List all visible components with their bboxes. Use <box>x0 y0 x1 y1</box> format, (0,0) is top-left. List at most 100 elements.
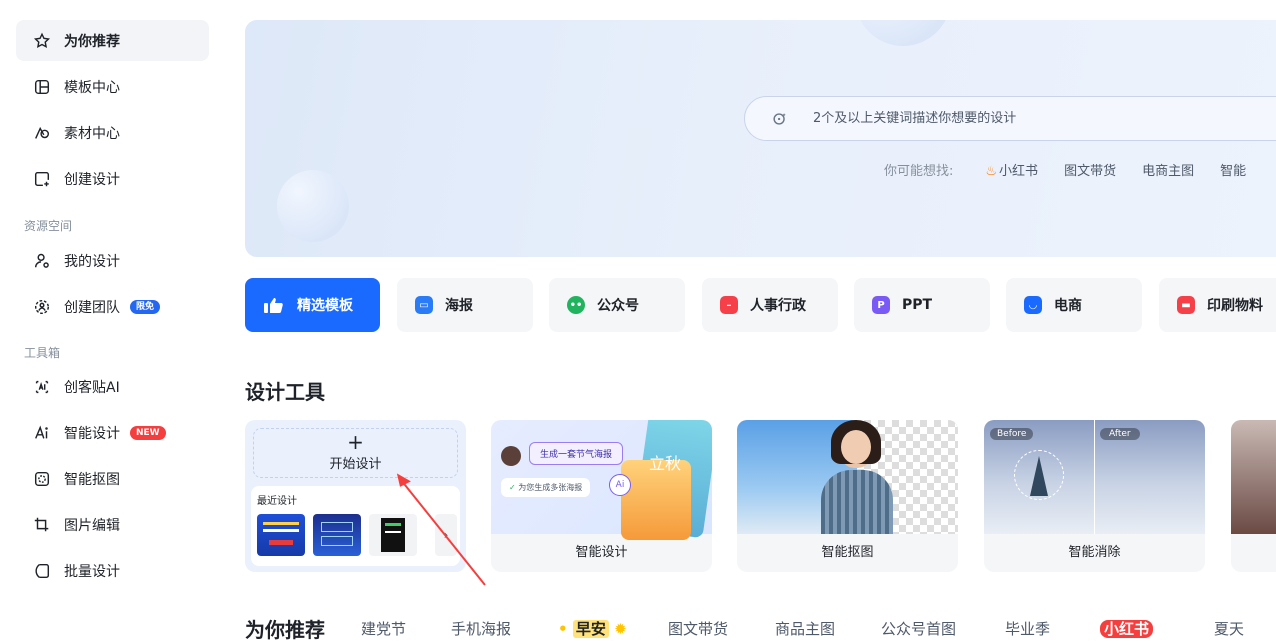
sidebar-item-ai-design[interactable]: 智能设计 NEW <box>16 412 209 453</box>
start-design-button[interactable]: + 开始设计 <box>253 428 458 478</box>
user-icon <box>32 251 52 271</box>
sun-icon: ✹ <box>614 620 627 638</box>
print-icon: ▬ <box>1177 296 1195 314</box>
resource-section-label: 资源空间 <box>24 219 73 233</box>
start-design-card: + 开始设计 最近设计 › <box>245 420 466 572</box>
recommend-tab[interactable]: 毕业季 <box>1005 618 1050 639</box>
category-label: PPT <box>902 297 933 313</box>
sidebar-item-label: 智能设计 <box>64 425 120 442</box>
sidebar: 为你推荐 模板中心 素材中心 创建设计 资源空间 我的设计 我的设计 创建团队 … <box>0 0 225 643</box>
cutout-preview <box>737 420 958 534</box>
category-tab-print[interactable]: ▬ 印刷物料 <box>1159 278 1276 332</box>
recommend-tab[interactable]: 公众号首图 <box>881 618 956 639</box>
sidebar-item-label: 批量设计 <box>64 563 120 580</box>
plus-icon: + <box>347 430 364 454</box>
hint-link-dianshang[interactable]: 电商主图 <box>1142 160 1194 179</box>
sidebar-item-batch[interactable]: 批量设计 <box>16 550 209 591</box>
category-label: 海报 <box>445 298 473 314</box>
shopping-bag-icon: ◡ <box>1024 296 1042 314</box>
toolbox-section-label: 工具箱 <box>24 346 61 360</box>
hint-link-tuwen[interactable]: 图文带货 <box>1064 160 1116 179</box>
ai-design-preview: 立秋 生成一套节气海报 ✓ 为您生成多张海报 Ai <box>491 420 712 540</box>
category-label: 公众号 <box>597 298 639 314</box>
category-label: 人事行政 <box>750 298 806 314</box>
category-tab-wechat[interactable]: •• 公众号 <box>549 278 685 332</box>
template-icon <box>32 77 52 97</box>
category-tab-ppt[interactable]: P PPT <box>854 278 990 332</box>
sidebar-item-recommend[interactable]: 为你推荐 <box>16 20 209 61</box>
thumbs-up-icon <box>263 296 285 314</box>
after-label: After <box>1100 428 1140 440</box>
wechat-icon: •• <box>567 296 585 314</box>
ppt-icon: P <box>872 296 890 314</box>
sidebar-item-templates[interactable]: 模板中心 <box>16 66 209 107</box>
poster-title: 立秋 <box>649 454 682 473</box>
sidebar-item-label: 模板中心 <box>64 79 120 96</box>
chevron-right-icon[interactable]: › <box>435 514 457 556</box>
ai-badge-icon: Ai <box>609 474 631 496</box>
search-input[interactable] <box>813 111 1233 126</box>
sidebar-item-my-designs[interactable]: 我的设计 <box>16 240 209 281</box>
before-label: Before <box>990 428 1034 440</box>
recent-designs-label: 最近设计 <box>257 496 297 507</box>
recommend-tab[interactable]: 夏天 <box>1214 618 1244 639</box>
recommend-tab[interactable]: 建党节 <box>361 618 406 639</box>
decorative-bubble <box>277 170 349 242</box>
sidebar-item-ai[interactable]: 创客贴AI <box>16 366 209 407</box>
ai-design-icon <box>32 423 52 443</box>
design-tools-title: 设计工具 <box>245 380 325 404</box>
category-tab-featured[interactable]: 精选模板 <box>245 278 380 332</box>
chat-bubble: 生成一套节气海报 <box>529 442 624 465</box>
chat-bubble: ✓ 为您生成多张海报 <box>501 478 591 497</box>
sidebar-item-create[interactable]: 创建设计 <box>16 158 209 199</box>
sidebar-item-create-team[interactable]: 我的设计 创建团队 限免 <box>16 286 209 327</box>
hint-link-zhineng[interactable]: 智能 <box>1220 160 1246 179</box>
tool-card-cutout[interactable]: 智能抠图 <box>737 420 958 572</box>
recommend-tab[interactable]: • 早安 ✹ <box>558 618 627 639</box>
star-icon <box>32 31 52 51</box>
recent-design-thumb[interactable] <box>313 514 361 556</box>
create-icon <box>32 169 52 189</box>
category-tab-hr[interactable]: – 人事行政 <box>702 278 838 332</box>
category-tab-poster[interactable]: ▭ 海报 <box>397 278 533 332</box>
team-icon <box>32 297 52 317</box>
sidebar-item-materials[interactable]: 素材中心 <box>16 112 209 153</box>
ai-search-icon <box>773 112 786 125</box>
hint-label: 你可能想找: <box>884 164 954 179</box>
sidebar-item-image-edit[interactable]: 图片编辑 <box>16 504 209 545</box>
tool-card-label: 智能消除 <box>1068 545 1121 560</box>
recommend-tab[interactable]: 小红书 <box>1100 618 1154 639</box>
partial-preview <box>1231 420 1276 534</box>
batch-icon <box>32 561 52 581</box>
avatar <box>501 446 521 466</box>
decorative-bubble <box>855 20 951 46</box>
hr-icon: – <box>720 296 738 314</box>
recommend-tab[interactable]: 商品主图 <box>775 618 835 639</box>
sidebar-item-cutout[interactable]: 智能抠图 <box>16 458 209 499</box>
ai-icon <box>32 377 52 397</box>
recommend-tab[interactable]: 图文带货 <box>668 618 728 639</box>
sidebar-item-label: 我的设计 <box>64 253 120 270</box>
free-badge: 限免 <box>130 299 161 314</box>
sidebar-item-label: 创客贴AI <box>64 379 120 396</box>
tool-card-partial[interactable] <box>1231 420 1276 572</box>
sidebar-item-label: 图片编辑 <box>64 517 120 534</box>
tool-card-label: 智能抠图 <box>821 545 874 560</box>
category-tab-ecommerce[interactable]: ◡ 电商 <box>1006 278 1142 332</box>
shapes-icon <box>32 123 52 143</box>
search-bar[interactable] <box>744 96 1276 141</box>
recent-design-thumb[interactable] <box>257 514 305 556</box>
crop-icon <box>32 515 52 535</box>
sidebar-item-label: 创建设计 <box>64 171 120 188</box>
tool-card-ai-design[interactable]: 立秋 生成一套节气海报 ✓ 为您生成多张海报 Ai 智能设计 <box>491 420 712 572</box>
tool-card-erase[interactable]: Before After 智能消除 <box>984 420 1205 572</box>
chat-bubble-text: 为您生成多张海报 <box>518 483 583 492</box>
recent-design-thumb[interactable] <box>369 514 417 556</box>
recent-designs: 最近设计 › <box>251 486 460 566</box>
search-hints: 你可能想找: 小红书 图文带货 电商主图 智能 <box>884 160 1272 179</box>
erase-preview: Before After <box>984 420 1205 534</box>
recommend-tab[interactable]: 手机海报 <box>451 618 511 639</box>
hint-link-xiaohongshu[interactable]: 小红书 <box>985 160 1038 179</box>
category-label: 印刷物料 <box>1207 298 1263 314</box>
sidebar-item-label: 素材中心 <box>64 125 120 142</box>
